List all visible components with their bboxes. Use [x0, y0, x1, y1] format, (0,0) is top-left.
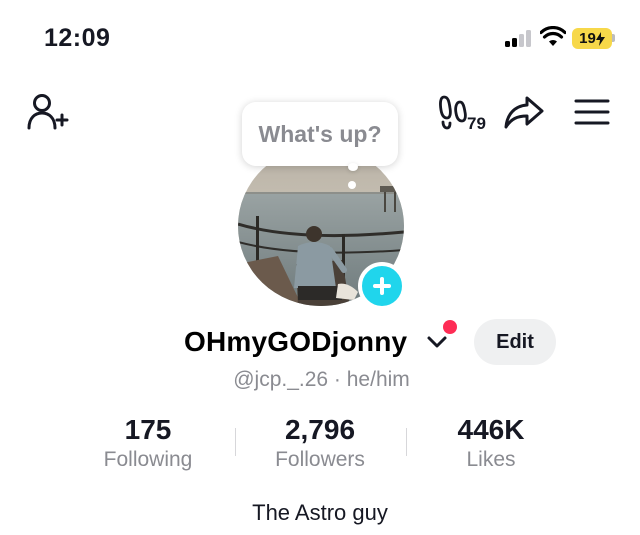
stat-divider	[235, 428, 236, 456]
edit-profile-label: Edit	[496, 330, 534, 353]
battery-level: 19	[579, 30, 596, 47]
following-count: 175	[124, 414, 172, 445]
stat-divider	[406, 428, 407, 456]
bio-text: The Astro guy	[252, 500, 388, 525]
followers-label: Followers	[275, 448, 365, 471]
chevron-down-icon[interactable]	[426, 334, 448, 350]
likes-label: Likes	[466, 448, 516, 471]
username: OHmyGODjonny	[184, 326, 408, 357]
stat-following[interactable]: 175 Following	[68, 414, 228, 472]
status-time: 12:09	[44, 24, 111, 52]
share-arrow-icon[interactable]	[502, 92, 546, 132]
add-story-button[interactable]	[358, 262, 406, 310]
battery-indicator: 19	[572, 28, 612, 49]
charging-bolt-icon	[595, 31, 605, 46]
hamburger-menu-icon[interactable]	[574, 96, 610, 128]
status-bubble[interactable]: What's up?	[242, 102, 398, 166]
status-bubble-dot	[348, 181, 356, 189]
footprint-count: 79	[467, 114, 486, 133]
stat-likes[interactable]: 446K Likes	[411, 414, 571, 472]
status-bubble-tail	[348, 163, 358, 171]
following-label: Following	[103, 448, 193, 471]
status-bubble-text: What's up?	[258, 120, 382, 147]
cellular-signal-icon	[505, 30, 535, 47]
notification-dot	[443, 320, 457, 334]
add-friend-icon[interactable]	[26, 92, 70, 132]
handle-pronouns: @jcp._.26 · he/him	[233, 368, 410, 391]
wifi-icon	[540, 26, 566, 46]
likes-count: 446K	[457, 414, 525, 445]
battery-nub	[612, 34, 615, 42]
edit-profile-button[interactable]: Edit	[474, 319, 556, 365]
followers-count: 2,796	[284, 414, 356, 445]
stat-followers[interactable]: 2,796 Followers	[240, 414, 400, 472]
